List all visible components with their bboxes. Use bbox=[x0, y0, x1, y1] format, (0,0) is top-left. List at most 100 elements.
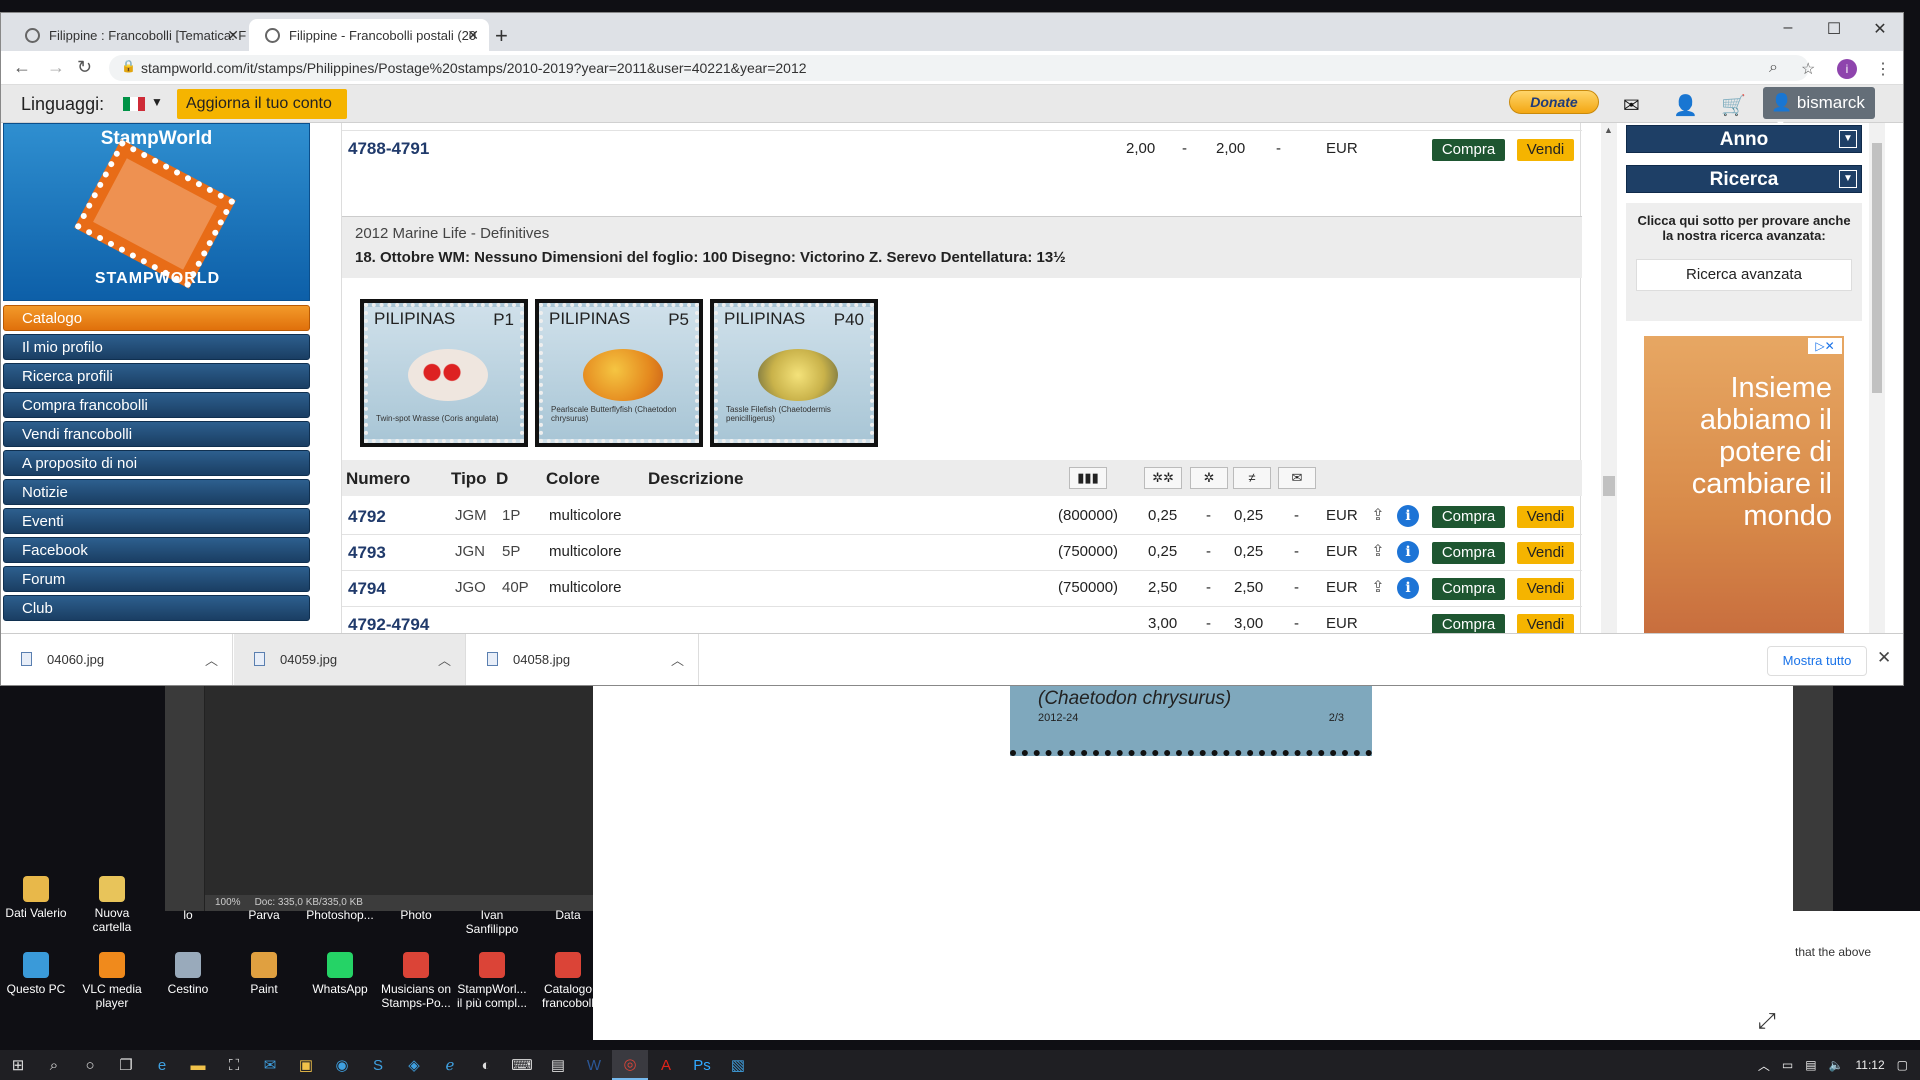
bar-chart-icon[interactable]: ▮▮▮ bbox=[1069, 467, 1107, 489]
stamp-number[interactable]: 4794 bbox=[348, 579, 386, 599]
app-icon[interactable]: ◉ bbox=[324, 1050, 360, 1080]
desktop-icon[interactable]: Cestino bbox=[152, 952, 224, 996]
advertisement[interactable]: ▷✕ Insieme abbiamo il potere di cambiare… bbox=[1644, 336, 1844, 633]
sell-button[interactable]: Vendi bbox=[1517, 578, 1574, 600]
sidebar-item-facebook[interactable]: Facebook bbox=[3, 537, 310, 563]
bookmark-star-icon[interactable]: ☆ bbox=[1801, 59, 1815, 79]
word-icon[interactable]: W bbox=[576, 1050, 612, 1080]
settings-app-icon[interactable]: ▤ bbox=[540, 1050, 576, 1080]
ie-icon[interactable]: ℯ bbox=[432, 1050, 468, 1080]
desktop-icon[interactable]: Nuova cartella bbox=[76, 876, 148, 934]
set-title[interactable]: 2012 Marine Life - Definitives bbox=[355, 225, 549, 242]
italy-flag-icon[interactable] bbox=[123, 97, 145, 111]
desktop-icon-label-partial[interactable]: Photo bbox=[380, 908, 452, 922]
scroll-thumb[interactable] bbox=[1872, 143, 1882, 393]
desktop-icon[interactable]: Musicians on Stamps-Po... bbox=[380, 952, 452, 1010]
close-window-button[interactable]: ✕ bbox=[1857, 19, 1903, 39]
network-icon[interactable]: ▤ bbox=[1805, 1058, 1816, 1072]
close-tab-icon[interactable]: ✕ bbox=[227, 27, 239, 44]
sell-button[interactable]: Vendi bbox=[1517, 139, 1574, 161]
new-tab-button[interactable]: + bbox=[495, 23, 508, 49]
advanced-search-button[interactable]: Ricerca avanzata bbox=[1636, 259, 1852, 291]
desktop-icon-label-partial[interactable]: lo bbox=[152, 908, 224, 922]
stamp-image[interactable]: PILIPINAS P40 Tassle Filefish (Chaetoder… bbox=[710, 299, 878, 447]
tab-2[interactable]: Filippine - Francobolli postali (20 ✕ bbox=[249, 19, 489, 51]
buy-button[interactable]: Compra bbox=[1432, 578, 1505, 600]
desktop-icon-label-partial[interactable]: Data bbox=[532, 908, 604, 922]
edge-icon[interactable]: e bbox=[144, 1050, 180, 1080]
sidebar-item-vendi-francobolli[interactable]: Vendi francobolli bbox=[3, 421, 310, 447]
forward-icon[interactable]: → bbox=[47, 57, 65, 78]
store-icon[interactable]: ⛶ bbox=[216, 1050, 252, 1080]
clock[interactable]: 11:12 bbox=[1856, 1058, 1885, 1072]
image-viewer-icon[interactable]: ▧ bbox=[720, 1050, 756, 1080]
stamp-number[interactable]: 4792 bbox=[348, 507, 386, 527]
sidebar-item-club[interactable]: Club bbox=[3, 595, 310, 621]
sell-button[interactable]: Vendi bbox=[1517, 542, 1574, 564]
skype-icon[interactable]: S bbox=[360, 1050, 396, 1080]
lock-icon[interactable]: 🔒 bbox=[121, 59, 136, 73]
chevron-down-icon[interactable]: ▼ bbox=[1839, 130, 1857, 148]
desktop-icon[interactable]: Paint bbox=[228, 952, 300, 996]
back-icon[interactable]: ← bbox=[13, 57, 31, 78]
buy-button[interactable]: Compra bbox=[1432, 506, 1505, 528]
stamp-number-range[interactable]: 4792-4794 bbox=[348, 615, 429, 633]
scroll-up-icon[interactable]: ▲ bbox=[1604, 125, 1613, 135]
caret-down-icon[interactable]: ▼ bbox=[151, 95, 163, 109]
search-icon[interactable]: ⌕ bbox=[36, 1050, 72, 1080]
sidebar-item-catalogo[interactable]: Catalogo bbox=[3, 305, 310, 331]
notifications-icon[interactable]: ▢ bbox=[1897, 1058, 1908, 1072]
keyboard-icon[interactable]: ⌨ bbox=[504, 1050, 540, 1080]
maximize-button[interactable]: ☐ bbox=[1811, 19, 1857, 39]
notes-icon[interactable]: ▣ bbox=[288, 1050, 324, 1080]
desktop-icon-label-partial[interactable]: Ivan Sanfilippo bbox=[456, 908, 528, 936]
share-icon[interactable]: ⇪ bbox=[1368, 541, 1388, 563]
desktop-icon[interactable]: Dati Valerio bbox=[0, 876, 72, 920]
chevron-up-icon[interactable]: ︿ bbox=[438, 650, 451, 669]
sidebar-item-ricerca-profili[interactable]: Ricerca profili bbox=[3, 363, 310, 389]
profile-avatar[interactable]: i bbox=[1837, 59, 1857, 79]
sell-button[interactable]: Vendi bbox=[1517, 614, 1574, 633]
desktop-icon[interactable]: StampWorl... il più compl... bbox=[456, 952, 528, 1010]
mail-icon[interactable]: ✉ bbox=[252, 1050, 288, 1080]
desktop-icon[interactable]: Catalogo francoboll bbox=[532, 952, 604, 1010]
envelope-icon[interactable]: ✉ bbox=[1278, 467, 1316, 489]
show-all-button[interactable]: Mostra tutto bbox=[1767, 646, 1867, 676]
mail-icon[interactable]: ✉ bbox=[1623, 93, 1640, 118]
expand-icon[interactable]: ⤢ bbox=[1758, 1008, 1776, 1034]
desktop-icon[interactable]: VLC media player bbox=[76, 952, 148, 1010]
acrobat-icon[interactable]: A bbox=[648, 1050, 684, 1080]
volume-icon[interactable]: 🔈 bbox=[1829, 1058, 1844, 1072]
info-icon[interactable]: i bbox=[1397, 577, 1419, 599]
user-icon[interactable]: 👤 bbox=[1673, 93, 1698, 118]
desktop-icon-label-partial[interactable]: Parva bbox=[228, 908, 300, 922]
sidebar-item-il-mio-profilo[interactable]: Il mio profilo bbox=[3, 334, 310, 360]
desktop-icon[interactable]: WhatsApp bbox=[304, 952, 376, 996]
ad-close-icon[interactable]: ▷✕ bbox=[1808, 338, 1842, 354]
year-panel-header[interactable]: Anno ▼ bbox=[1626, 125, 1862, 153]
desktop-icon-label-partial[interactable]: Photoshop... bbox=[304, 908, 376, 922]
search-panel-header[interactable]: Ricerca ▼ bbox=[1626, 165, 1862, 193]
scroll-thumb[interactable] bbox=[1603, 476, 1615, 496]
notes-icon[interactable]: ▭ bbox=[1782, 1058, 1793, 1072]
stampworld-logo[interactable]: StampWorld STAMPWORLD bbox=[3, 123, 310, 301]
sidebar-item-compra-francobolli[interactable]: Compra francobolli bbox=[3, 392, 310, 418]
sidebar-item-a-proposito-di-noi[interactable]: A proposito di noi bbox=[3, 450, 310, 476]
chrome-icon[interactable]: ◎ bbox=[612, 1050, 648, 1080]
url-field[interactable]: 🔒 stampworld.com/it/stamps/Philippines/P… bbox=[109, 55, 1809, 81]
donate-button[interactable]: Donate bbox=[1509, 90, 1599, 114]
info-icon[interactable]: i bbox=[1397, 541, 1419, 563]
menu-kebab-icon[interactable]: ⋮ bbox=[1875, 59, 1891, 79]
sidebar-item-forum[interactable]: Forum bbox=[3, 566, 310, 592]
close-tab-icon[interactable]: ✕ bbox=[467, 27, 479, 44]
reload-icon[interactable]: ↻ bbox=[77, 57, 92, 78]
sell-button[interactable]: Vendi bbox=[1517, 506, 1574, 528]
used-stamp-icon[interactable]: ✲ bbox=[1190, 467, 1228, 489]
cortana-icon[interactable]: ○ bbox=[72, 1050, 108, 1080]
task-view-icon[interactable]: ❐ bbox=[108, 1050, 144, 1080]
buy-button[interactable]: Compra bbox=[1432, 614, 1505, 633]
info-icon[interactable]: i bbox=[1397, 505, 1419, 527]
chevron-up-icon[interactable]: ︿ bbox=[205, 650, 218, 669]
download-item[interactable]: 04060.jpg ︿ bbox=[1, 634, 233, 685]
stamp-image[interactable]: PILIPINAS P1 Twin-spot Wrasse (Coris ang… bbox=[360, 299, 528, 447]
